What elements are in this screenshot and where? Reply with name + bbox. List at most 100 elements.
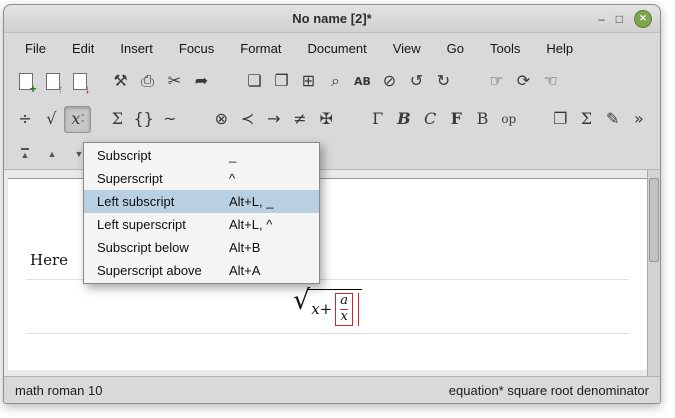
fraction-icon: ÷ (18, 111, 31, 127)
text-cursor (358, 293, 359, 326)
menu-insert[interactable]: Insert (120, 41, 153, 56)
tools-button[interactable]: ⚒ (107, 68, 134, 95)
arrow-button[interactable]: → (261, 106, 287, 133)
export-icon: ➦ (195, 73, 208, 89)
redo-icon: ↻ (437, 73, 450, 89)
focus-exit-button[interactable]: ▲ (14, 144, 36, 164)
copy-icon: ❏ (247, 73, 261, 89)
calligraphic-letter-button[interactable]: C (417, 106, 443, 133)
script-button[interactable]: x (64, 106, 90, 133)
pen-button[interactable]: ✎ (600, 106, 626, 133)
paste-button[interactable]: ❐ (268, 68, 295, 95)
prec-button[interactable]: ≺ (234, 106, 260, 133)
redo-button[interactable]: ↻ (430, 68, 457, 95)
fraction-button[interactable]: ÷ (12, 106, 38, 133)
focus-previous-button[interactable]: ▲ (41, 144, 63, 164)
spell-check-button[interactable]: AB (349, 68, 376, 95)
script-icon: x (71, 111, 80, 127)
menu-go[interactable]: Go (447, 41, 464, 56)
pointer-back-button[interactable]: ☜ (537, 68, 564, 95)
pointer-back-icon: ☜ (543, 73, 557, 89)
square-root-button[interactable]: √ (38, 106, 64, 133)
brackets-button[interactable]: {} (131, 106, 157, 133)
shortcut-label: _ (229, 148, 309, 163)
blackboard-letter-button[interactable]: B (469, 106, 495, 133)
menu-view[interactable]: View (393, 41, 421, 56)
new-document-button[interactable]: + (12, 68, 39, 95)
status-bar: math roman 10 equation* square root deno… (4, 376, 660, 403)
open-document-button[interactable]: ↑ (39, 68, 66, 95)
fraction-denominator: x (340, 310, 347, 325)
chevron-right-double-icon: » (634, 111, 644, 127)
menu-item-left-subscript[interactable]: Left subscript Alt+L, _ (84, 190, 319, 213)
print-button[interactable]: ⎙ (134, 68, 161, 95)
prec-icon: ≺ (241, 111, 254, 127)
export-button[interactable]: ➦ (188, 68, 215, 95)
bold-letter-icon: B (397, 111, 411, 127)
menu-item-superscript-above[interactable]: Superscript above Alt+A (84, 259, 319, 282)
radicand: x+ a x (308, 289, 362, 326)
fraction-numerator: a (340, 294, 348, 309)
reload-button[interactable]: ⟳ (510, 68, 537, 95)
stop-icon: ⊘ (383, 73, 396, 89)
not-equal-button[interactable]: ≠ (287, 106, 313, 133)
snippet-icon: ⊞ (302, 73, 315, 89)
greek-letter-icon: Γ (372, 111, 383, 127)
operator-button[interactable]: op (496, 106, 522, 133)
sigma-edit-icon: Σ (581, 111, 592, 127)
save-document-button[interactable]: ↓ (66, 68, 93, 95)
greek-letter-button[interactable]: Γ (365, 106, 391, 133)
maximize-button[interactable]: □ (616, 13, 623, 25)
bold-letter-button[interactable]: B (391, 106, 417, 133)
pointer-button[interactable]: ☞ (483, 68, 510, 95)
toolbar-overflow-button[interactable]: » (626, 106, 652, 133)
undo-button[interactable]: ↺ (403, 68, 430, 95)
main-toolbar: + ↑ ↓ ⚒ ⎙ ✂ ➦ ❏ ❐ ⊞ ⌕ AB ⊘ ↺ ↻ ☞ ⟳ ☜ (4, 63, 660, 99)
menu-help[interactable]: Help (546, 41, 573, 56)
reload-icon: ⟳ (517, 73, 530, 89)
menu-document[interactable]: Document (307, 41, 366, 56)
menu-item-left-superscript[interactable]: Left superscript Alt+L, ^ (84, 213, 319, 236)
search-button[interactable]: ⌕ (322, 68, 349, 95)
save-document-icon: ↓ (73, 73, 87, 90)
shortcut-label: Alt+A (229, 263, 309, 278)
menu-format[interactable]: Format (240, 41, 281, 56)
menu-edit[interactable]: Edit (72, 41, 94, 56)
cut-button[interactable]: ✂ (161, 68, 188, 95)
wide-accent-button[interactable]: ~ (157, 106, 183, 133)
scrollbar-thumb[interactable] (649, 178, 659, 262)
script-marks-icon (81, 113, 83, 125)
title-bar: No name [2]* – □ ✕ (4, 5, 660, 33)
calligraphic-letter-icon: C (424, 111, 436, 127)
copy-button[interactable]: ❏ (241, 68, 268, 95)
square-root-expression: √ x+ a x (293, 287, 362, 326)
operator-icon: op (501, 113, 516, 125)
cards-button[interactable]: ❐ (547, 106, 573, 133)
paste-icon: ❐ (274, 73, 288, 89)
minimize-button[interactable]: – (598, 13, 605, 25)
snippet-button[interactable]: ⊞ (295, 68, 322, 95)
menu-item-subscript-below[interactable]: Subscript below Alt+B (84, 236, 319, 259)
menu-file[interactable]: File (25, 41, 46, 56)
menu-item-subscript[interactable]: Subscript _ (84, 144, 319, 167)
math-toolbar: ÷ √ x Σ {} ~ ⊗ ≺ → ≠ ✠ Γ B C F B op ❐ Σ … (4, 99, 660, 139)
big-operator-button[interactable]: Σ (104, 106, 130, 133)
menu-tools[interactable]: Tools (490, 41, 520, 56)
not-equal-icon: ≠ (293, 111, 306, 127)
close-button[interactable]: ✕ (634, 10, 652, 28)
menu-focus[interactable]: Focus (179, 41, 214, 56)
menu-item-superscript[interactable]: Superscript ^ (84, 167, 319, 190)
vertical-scrollbar[interactable] (647, 170, 660, 376)
tools-icon: ⚒ (113, 73, 127, 89)
cut-icon: ✂ (168, 73, 181, 89)
sigma-edit-button[interactable]: Σ (573, 106, 599, 133)
stop-button[interactable]: ⊘ (376, 68, 403, 95)
window-title: No name [2]* (292, 11, 371, 26)
menu-bar: File Edit Insert Focus Format Document V… (4, 33, 660, 63)
maltese-button[interactable]: ✠ (313, 106, 339, 133)
square-root-icon: √ (46, 111, 56, 127)
fraktur-letter-button[interactable]: F (443, 106, 469, 133)
shortcut-label: Alt+B (229, 240, 309, 255)
otimes-button[interactable]: ⊗ (208, 106, 234, 133)
focus-previous-icon: ▲ (48, 150, 57, 159)
